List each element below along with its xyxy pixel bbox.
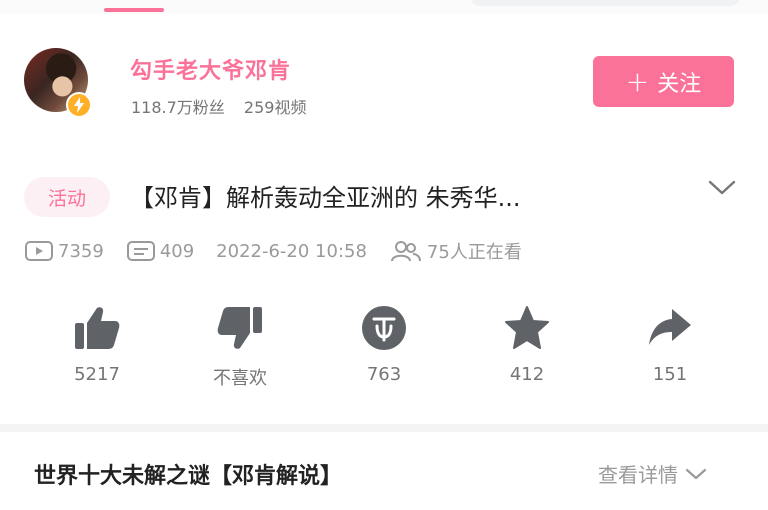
thumbs-up-icon — [75, 307, 120, 349]
favorite-button[interactable]: 412 — [482, 302, 572, 385]
section-divider — [0, 424, 768, 432]
uploader-name[interactable]: 勾手老大爷邓肯 — [130, 53, 291, 85]
play-count-icon — [25, 241, 53, 261]
like-button[interactable]: 5217 — [52, 302, 142, 385]
coin-icon — [362, 306, 406, 350]
collection-title[interactable]: 世界十大未解之谜【邓肯解说】 — [34, 458, 342, 490]
active-tab-indicator — [104, 8, 164, 12]
uploader-stats: 118.7万粉丝 259视频 — [131, 94, 320, 118]
viewers-icon — [390, 241, 421, 262]
search-bar[interactable] — [470, 0, 740, 6]
chevron-down-icon[interactable] — [706, 176, 738, 200]
comment-count: 409 — [126, 240, 194, 262]
share-icon — [649, 309, 691, 345]
video-count: 259视频 — [243, 98, 307, 117]
follow-label: 关注 — [657, 71, 702, 97]
coin-button[interactable]: 763 — [339, 302, 429, 385]
share-button[interactable]: 151 — [625, 302, 715, 385]
follower-count: 118.7万粉丝 — [131, 98, 225, 117]
activity-tag[interactable]: 活动 — [24, 177, 110, 217]
dislike-button[interactable]: 不喜欢 — [195, 302, 285, 390]
watching-now: 75人正在看 — [389, 238, 522, 264]
thumbs-down-icon — [217, 307, 262, 349]
star-icon — [505, 306, 549, 349]
publish-datetime: 2022-6-20 10:58 — [216, 240, 367, 262]
video-meta: 7359 409 2022-6-20 10:58 75人正在看 — [24, 236, 544, 266]
plus-icon: + — [625, 64, 650, 98]
view-details-link[interactable]: 查看详情 — [598, 459, 708, 488]
verified-badge-icon — [66, 92, 92, 118]
view-count: 7359 — [24, 240, 104, 262]
chevron-down-icon — [685, 468, 707, 479]
video-title: 【邓肯】解析轰动全亚洲的 朱秀华... — [130, 184, 521, 212]
comment-icon — [126, 241, 155, 261]
follow-button[interactable]: + 关注 — [593, 56, 734, 107]
